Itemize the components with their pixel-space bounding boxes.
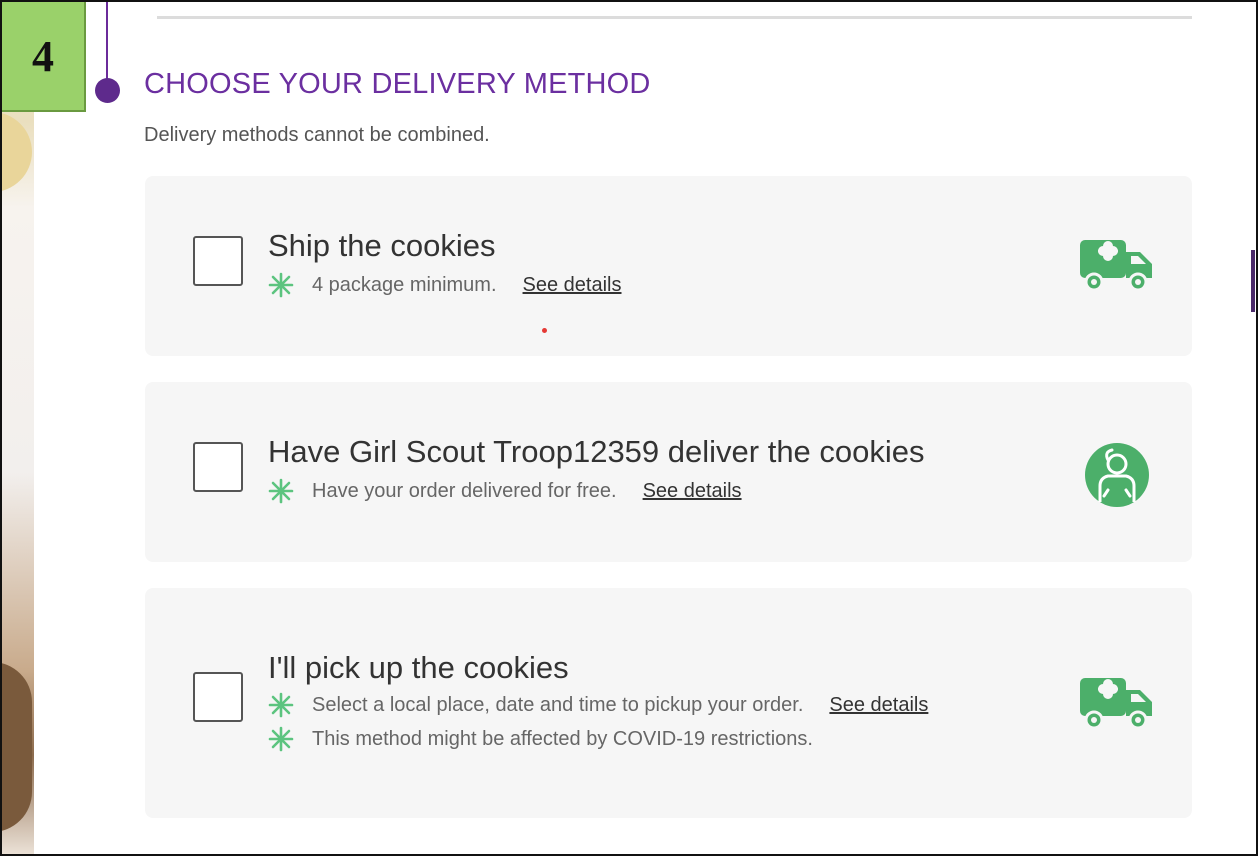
asterisk-bullet-icon [268, 478, 294, 504]
option-title: Have Girl Scout Troop12359 deliver the c… [268, 434, 925, 469]
option-title: Ship the cookies [268, 228, 496, 263]
see-details-link[interactable]: See details [829, 694, 928, 717]
step-number-badge: 4 [2, 2, 86, 112]
section-subtitle: Delivery methods cannot be combined. [144, 124, 490, 146]
ship-checkbox[interactable] [193, 236, 243, 286]
asterisk-bullet-icon [268, 272, 294, 298]
step-number: 4 [32, 31, 54, 81]
delivery-option-pickup[interactable]: I'll pick up the cookies Select a local … [145, 588, 1192, 818]
progress-timeline-dot [95, 78, 120, 103]
progress-timeline-line [106, 2, 108, 84]
option-detail-text: This method might be affected by COVID-1… [312, 727, 813, 750]
see-details-link[interactable]: See details [523, 274, 622, 297]
troop-delivery-checkbox[interactable] [193, 442, 243, 492]
option-detail-text: Select a local place, date and time to p… [312, 693, 804, 716]
section-title: CHOOSE YOUR DELIVERY METHOD [144, 68, 651, 100]
see-details-link[interactable]: See details [643, 480, 742, 503]
option-detail-line: Select a local place, date and time to p… [268, 692, 928, 718]
delivery-method-panel: 4 CHOOSE YOUR DELIVERY METHOD Delivery m… [0, 0, 1258, 856]
cookie-photo-strip [2, 2, 34, 854]
option-title: I'll pick up the cookies [268, 650, 569, 685]
truck-icon [1080, 240, 1152, 292]
cursor-marker [542, 328, 547, 333]
option-detail-line: 4 package minimum. See details [268, 272, 622, 298]
option-detail-line: This method might be affected by COVID-1… [268, 726, 813, 752]
option-detail-text: 4 package minimum. [312, 273, 497, 296]
option-detail-text: Have your order delivered for free. [312, 479, 617, 502]
scroll-indicator[interactable] [1251, 250, 1255, 312]
pickup-checkbox[interactable] [193, 672, 243, 722]
girl-scout-icon [1085, 443, 1149, 507]
delivery-option-troop[interactable]: Have Girl Scout Troop12359 deliver the c… [145, 382, 1192, 562]
section-divider [157, 16, 1192, 19]
asterisk-bullet-icon [268, 726, 294, 752]
option-detail-line: Have your order delivered for free. See … [268, 478, 742, 504]
truck-icon [1080, 678, 1152, 730]
delivery-option-ship[interactable]: Ship the cookies 4 package minimum. See … [145, 176, 1192, 356]
asterisk-bullet-icon [268, 692, 294, 718]
